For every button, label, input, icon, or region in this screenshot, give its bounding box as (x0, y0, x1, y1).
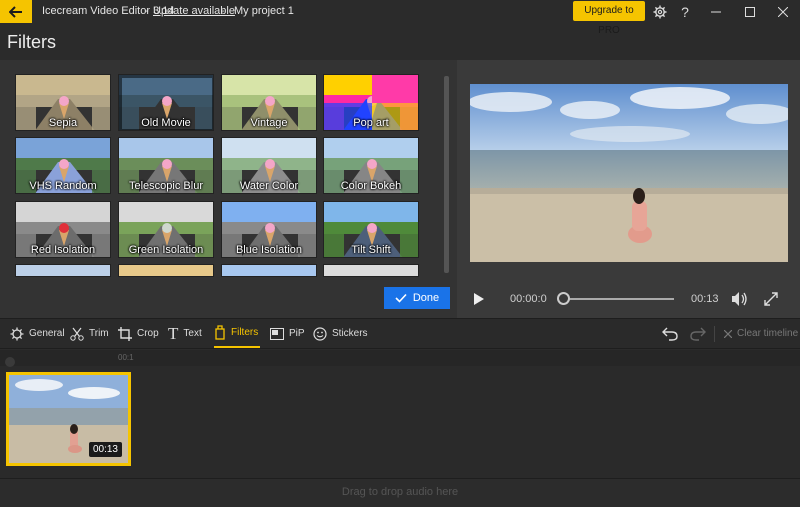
tool-text-label: Text (183, 328, 202, 339)
text-icon: T (168, 323, 179, 343)
tool-pip[interactable]: PiP (270, 319, 305, 348)
project-name: My project 1 (234, 5, 294, 17)
tool-text[interactable]: T Text (168, 319, 202, 348)
filter-label: Green Isolation (128, 244, 204, 256)
tool-crop-label: Crop (137, 328, 159, 339)
ruler-mark: 00:1 (118, 353, 134, 362)
filter-thumb[interactable] (221, 264, 317, 277)
filter-label: Tilt Shift (351, 244, 391, 256)
redo-icon (690, 327, 706, 341)
smiley-icon (313, 326, 327, 341)
filter-label: Telescopic Blur (129, 180, 203, 192)
minimize-button[interactable] (699, 0, 733, 23)
filter-thumb[interactable]: Color Bokeh (323, 137, 419, 194)
filter-label: Old Movie (141, 117, 191, 129)
upgrade-button[interactable]: Upgrade to PRO (573, 1, 645, 36)
tool-pip-label: PiP (289, 328, 305, 339)
duration: 00:13 (691, 293, 719, 305)
filter-thumb[interactable]: Green Isolation (118, 201, 214, 258)
checkmark-icon (395, 293, 407, 303)
title-separator: - (145, 5, 149, 17)
redo-button[interactable] (690, 319, 706, 348)
editor-toolbar: General Trim Crop T Text Filters PiP Sti… (0, 318, 800, 349)
filter-thumb[interactable]: Vintage (221, 74, 317, 131)
arrow-left-icon (9, 5, 22, 18)
pip-icon (270, 327, 284, 340)
toolbar-separator (714, 326, 715, 342)
title-bar: Icecream Video Editor 3.14 - Update avai… (0, 0, 800, 36)
tool-general[interactable]: General (10, 319, 65, 348)
crop-icon (118, 326, 132, 341)
filter-label: Vintage (250, 117, 288, 129)
filter-label: Sepia (48, 117, 78, 129)
filter-thumb[interactable]: Red Isolation (15, 201, 111, 258)
filter-label: Red Isolation (30, 244, 96, 256)
timeline-clip[interactable]: 00:13 (6, 372, 131, 466)
filter-thumb[interactable] (323, 264, 419, 277)
tool-filters[interactable]: Filters (214, 319, 260, 348)
volume-icon[interactable] (731, 291, 749, 307)
play-icon[interactable] (473, 292, 485, 306)
tool-trim-label: Trim (89, 328, 109, 339)
filter-label: VHS Random (29, 180, 97, 192)
scissors-icon (70, 327, 84, 341)
filter-thumb[interactable]: Water Color (221, 137, 317, 194)
playhead[interactable] (5, 357, 15, 367)
filter-label: Pop art (353, 117, 389, 129)
video-preview[interactable] (470, 84, 788, 262)
clear-timeline-button[interactable]: Clear timeline (724, 319, 798, 348)
filter-thumb[interactable]: Sepia (15, 74, 111, 131)
maximize-button[interactable] (733, 0, 767, 23)
preview-frame (470, 84, 788, 262)
filters-scrollbar[interactable] (444, 76, 449, 273)
clear-timeline-label: Clear timeline (737, 328, 799, 339)
seek-bar[interactable] (564, 298, 674, 300)
tool-crop[interactable]: Crop (118, 319, 159, 348)
gear-icon (653, 5, 667, 18)
title-separator: - (221, 5, 225, 17)
seek-handle[interactable] (557, 292, 570, 305)
filter-thumb[interactable]: Pop art (323, 74, 419, 131)
filter-thumb[interactable] (15, 264, 111, 277)
filter-thumb[interactable]: Blue Isolation (221, 201, 317, 258)
clip-duration: 00:13 (88, 442, 122, 457)
current-time: 00:00:0 (510, 293, 547, 305)
close-icon (724, 329, 732, 338)
filter-thumb[interactable] (118, 264, 214, 277)
filter-label: Water Color (239, 180, 299, 192)
filter-thumb[interactable]: Old Movie (118, 74, 214, 131)
back-button[interactable] (0, 0, 32, 23)
minimize-icon (711, 11, 721, 12)
fullscreen-icon[interactable] (764, 292, 778, 306)
filter-thumb[interactable]: Telescopic Blur (118, 137, 214, 194)
filter-thumb[interactable]: Tilt Shift (323, 201, 419, 258)
tool-trim[interactable]: Trim (70, 319, 109, 348)
filters-icon (215, 325, 225, 340)
page-title: Filters (7, 32, 56, 52)
gear-icon (10, 327, 24, 340)
tool-stickers[interactable]: Stickers (313, 319, 368, 348)
tool-filters-label: Filters (231, 327, 259, 338)
filter-label: Color Bokeh (340, 180, 402, 192)
audio-drop-hint: Drag to drop audio here (341, 486, 459, 498)
question-icon: ? (681, 3, 689, 20)
maximize-icon (745, 6, 755, 17)
player-controls: 00:00:0 00:13 (459, 285, 800, 313)
close-icon (778, 6, 788, 17)
tool-stickers-label: Stickers (332, 328, 368, 339)
help-button[interactable]: ? (668, 0, 702, 23)
done-label: Done (412, 292, 440, 304)
undo-button[interactable] (662, 319, 678, 348)
tool-general-label: General (29, 328, 65, 339)
filter-label: Blue Isolation (235, 244, 303, 256)
close-button[interactable] (766, 0, 800, 23)
filter-thumb[interactable]: VHS Random (15, 137, 111, 194)
done-button[interactable]: Done (384, 287, 450, 309)
undo-icon (662, 327, 678, 341)
